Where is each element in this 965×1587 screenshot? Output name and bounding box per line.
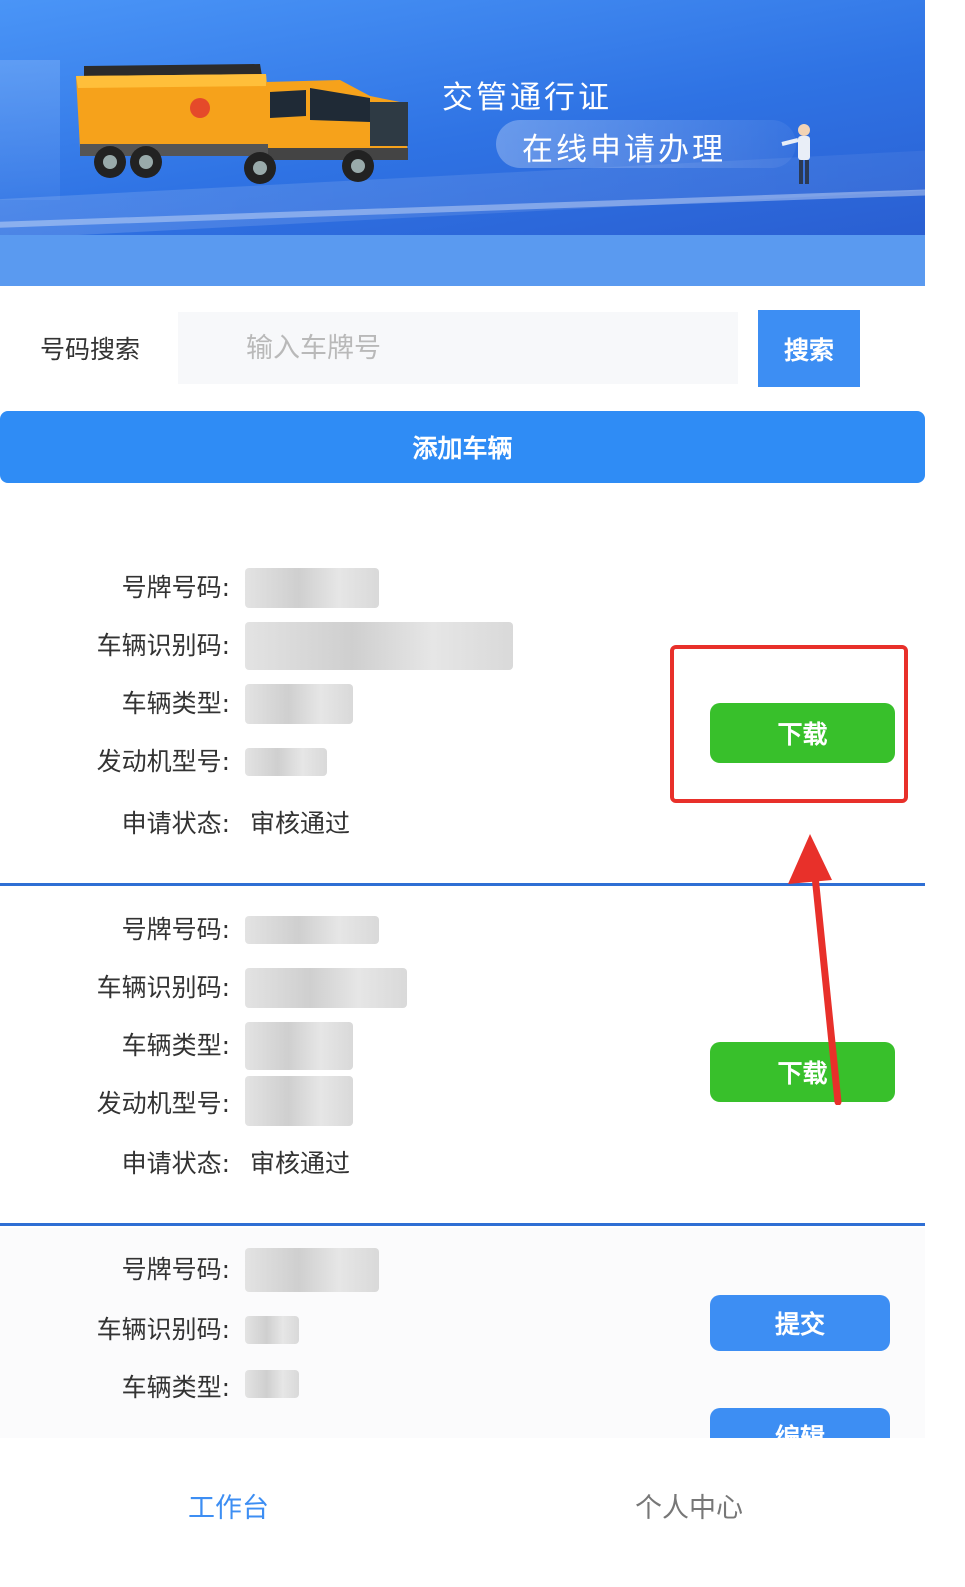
vin-label: 车辆识别码: xyxy=(96,631,230,660)
redacted-value xyxy=(245,748,327,776)
plate-number-row: 号牌号码: xyxy=(0,1248,600,1292)
bottom-tab-bar: 工作台 个人中心 xyxy=(0,1438,965,1587)
submit-button[interactable]: 提交 xyxy=(710,1295,890,1351)
plate-number-label: 号牌号码: xyxy=(121,915,230,944)
vehicle-type-row: 车辆类型: xyxy=(0,1368,600,1408)
search-label: 号码搜索 xyxy=(40,335,141,364)
app-screen: 交管通行证 在线申请办理 号码搜索 搜索 添加车辆 号牌号码: 车辆识别码: 车… xyxy=(0,0,925,1587)
engine-model-label: 发动机型号: xyxy=(96,747,230,776)
vehicle-type-label: 车辆类型: xyxy=(121,1373,230,1402)
plate-number-row: 号牌号码: xyxy=(0,910,600,950)
engine-model-label: 发动机型号: xyxy=(96,1089,230,1118)
redacted-value xyxy=(245,1248,379,1292)
banner-footer-band xyxy=(0,235,925,286)
vin-label: 车辆识别码: xyxy=(96,1315,230,1344)
card-divider xyxy=(0,1223,925,1226)
plate-search-input[interactable] xyxy=(178,312,738,384)
redacted-value xyxy=(245,968,407,1008)
annotation-highlight-box xyxy=(670,645,908,803)
vin-label: 车辆识别码: xyxy=(96,973,230,1002)
vehicle-type-label: 车辆类型: xyxy=(121,689,230,718)
tab-personal-center[interactable]: 个人中心 xyxy=(635,1486,743,1525)
status-value: 审核通过 xyxy=(250,1149,351,1178)
redacted-value xyxy=(245,684,353,724)
plate-number-row: 号牌号码: xyxy=(0,568,600,608)
status-label: 申请状态: xyxy=(121,1149,230,1178)
banner-title: 交管通行证 xyxy=(442,80,612,116)
redacted-value xyxy=(245,622,513,670)
plate-number-label: 号牌号码: xyxy=(121,573,230,602)
banner: 交管通行证 在线申请办理 xyxy=(0,0,925,286)
traffic-officer-icon xyxy=(781,124,810,184)
vehicle-type-row: 车辆类型: xyxy=(0,684,600,724)
redacted-value xyxy=(245,916,379,944)
banner-subtitle: 在线申请办理 xyxy=(522,132,726,168)
vin-row: 车辆识别码: xyxy=(0,1310,600,1350)
search-button[interactable]: 搜索 xyxy=(758,310,860,387)
plate-number-label: 号牌号码: xyxy=(121,1255,230,1284)
engine-model-row: 发动机型号: xyxy=(0,742,600,782)
redacted-value xyxy=(245,1076,353,1126)
redacted-value xyxy=(245,1316,299,1344)
annotation-arrow-icon xyxy=(788,834,842,1105)
dump-truck-icon xyxy=(76,64,408,184)
redacted-value xyxy=(245,568,379,608)
vehicle-card: 号牌号码: 车辆识别码: 车辆类型: 提交 编辑 xyxy=(0,1228,925,1464)
status-row: 申请状态: 审核通过 xyxy=(0,804,600,844)
vehicle-type-row: 车辆类型: xyxy=(0,1022,600,1070)
tab-workbench[interactable]: 工作台 xyxy=(188,1486,269,1525)
redacted-value xyxy=(245,1022,353,1070)
vin-row: 车辆识别码: xyxy=(0,968,600,1008)
add-vehicle-button[interactable]: 添加车辆 xyxy=(0,411,925,483)
engine-model-row: 发动机型号: xyxy=(0,1076,600,1126)
banner-buildings xyxy=(0,60,60,200)
redacted-value xyxy=(245,1370,299,1398)
vehicle-type-label: 车辆类型: xyxy=(121,1031,230,1060)
status-label: 申请状态: xyxy=(121,809,230,838)
status-row: 申请状态: 审核通过 xyxy=(0,1144,600,1184)
vin-row: 车辆识别码: xyxy=(0,622,600,670)
status-value: 审核通过 xyxy=(250,809,351,838)
